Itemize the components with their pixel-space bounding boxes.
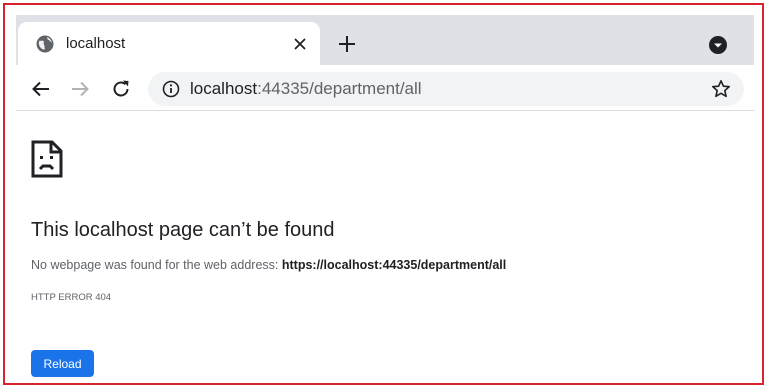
error-heading: This localhost page can’t be found [31,219,335,241]
tab-title: localhost [66,35,126,52]
error-code: HTTP ERROR 404 [31,292,112,303]
arrow-left-icon[interactable] [30,78,52,100]
browser-window: localhost localhost:44335/department/all… [16,15,754,383]
url-host: localhost [190,79,258,98]
arrow-right-icon[interactable] [69,78,91,100]
toolbar: localhost:44335/department/all [16,65,754,111]
error-description: No webpage was found for the web address… [31,258,506,272]
page-content: This localhost page can’t be found No we… [16,112,754,383]
plus-icon[interactable] [336,33,358,55]
url-text[interactable]: localhost:44335/department/all [190,79,422,99]
tab-strip: localhost [16,15,754,65]
screenshot-frame: localhost localhost:44335/department/all… [3,3,764,385]
address-bar[interactable]: localhost:44335/department/all [148,72,744,106]
info-icon[interactable] [162,80,180,98]
tab-localhost[interactable]: localhost [18,22,320,65]
url-path: :44335/department/all [257,79,422,98]
close-icon[interactable] [290,34,310,54]
reload-button[interactable]: Reload [31,350,94,377]
description-url: https://localhost:44335/department/all [281,258,507,272]
globe-icon [35,34,55,54]
chevron-down-circle-icon[interactable] [708,35,728,55]
sad-document-icon [31,140,63,178]
description-text: No webpage was found for the web address… [31,258,279,272]
reload-icon[interactable] [110,78,132,100]
star-icon[interactable] [711,79,731,99]
